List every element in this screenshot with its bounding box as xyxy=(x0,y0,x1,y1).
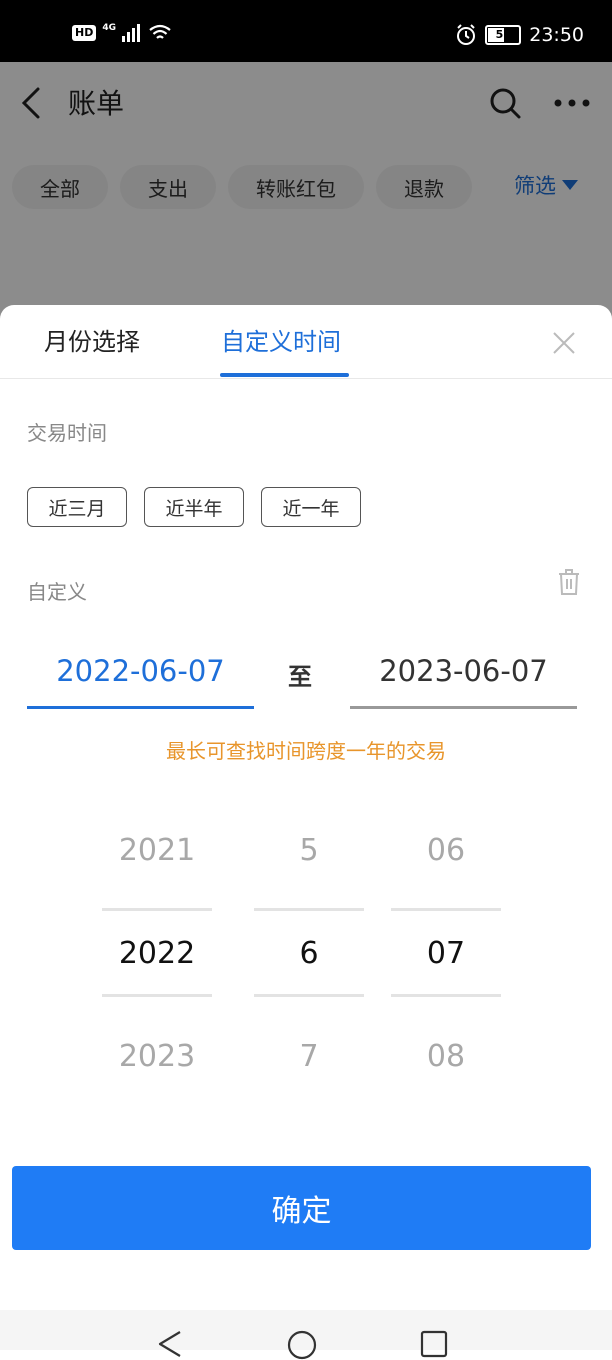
active-tab-indicator xyxy=(220,373,349,377)
picker-line xyxy=(102,908,212,911)
picker-line xyxy=(254,994,364,997)
tab-month-select[interactable]: 月份选择 xyxy=(44,325,140,359)
network-type: 4G xyxy=(102,23,116,33)
picker-line xyxy=(254,908,364,911)
range-1-year-button[interactable]: 近一年 xyxy=(261,487,361,527)
end-date-field[interactable]: 2023-06-07 xyxy=(350,650,577,692)
range-notice: 最长可查找时间跨度一年的交易 xyxy=(166,739,446,763)
day-below: 08 xyxy=(426,1039,466,1074)
day-above: 06 xyxy=(426,833,466,868)
alarm-icon xyxy=(457,24,476,45)
wifi-icon xyxy=(149,24,171,39)
date-filter-sheet: 月份选择 自定义时间 交易时间 近三月 近半年 近一年 自定义 2022-06-… xyxy=(0,305,612,1310)
confirm-button[interactable]: 确定 xyxy=(12,1166,591,1250)
custom-label: 自定义 xyxy=(27,580,87,604)
picker-line xyxy=(102,994,212,997)
day-picker[interactable]: 06 07 08 xyxy=(391,825,501,1085)
dim-overlay[interactable] xyxy=(0,62,612,322)
range-3-months-button[interactable]: 近三月 xyxy=(27,487,127,527)
picker-line xyxy=(391,908,501,911)
quick-range-buttons: 近三月 近半年 近一年 xyxy=(27,487,361,527)
year-selected: 2022 xyxy=(118,936,196,971)
trade-time-label: 交易时间 xyxy=(27,421,107,445)
system-nav-bar xyxy=(0,1310,612,1360)
hd-badge: HD xyxy=(72,25,97,41)
year-below: 2023 xyxy=(118,1039,196,1074)
day-selected: 07 xyxy=(426,936,466,971)
divider xyxy=(0,378,612,379)
status-right: 57 23:50 xyxy=(455,24,584,46)
month-picker[interactable]: 5 6 7 xyxy=(254,825,364,1085)
nav-back-icon[interactable] xyxy=(156,1330,184,1358)
date-separator: 至 xyxy=(288,663,312,691)
month-below: 7 xyxy=(299,1039,319,1074)
year-picker[interactable]: 2021 2022 2023 xyxy=(102,825,212,1085)
trash-icon[interactable] xyxy=(557,568,581,596)
month-selected: 6 xyxy=(299,936,319,971)
signal-icon xyxy=(122,24,140,42)
close-icon[interactable] xyxy=(552,331,576,355)
status-bar: HD 4G 57 23:50 xyxy=(0,0,612,62)
start-date-field[interactable]: 2022-06-07 xyxy=(27,650,254,692)
nav-home-icon[interactable] xyxy=(287,1330,317,1360)
clock: 23:50 xyxy=(529,24,584,46)
range-6-months-button[interactable]: 近半年 xyxy=(144,487,244,527)
picker-line xyxy=(391,994,501,997)
month-above: 5 xyxy=(299,833,319,868)
battery-indicator: 57 xyxy=(485,25,522,45)
nav-recent-icon[interactable] xyxy=(420,1330,448,1358)
start-date-underline xyxy=(27,706,254,709)
tab-custom-time[interactable]: 自定义时间 xyxy=(221,325,341,359)
battery-level: 57 xyxy=(495,28,511,41)
status-left: HD 4G xyxy=(72,23,172,42)
year-above: 2021 xyxy=(118,833,196,868)
end-date-underline xyxy=(350,706,577,709)
